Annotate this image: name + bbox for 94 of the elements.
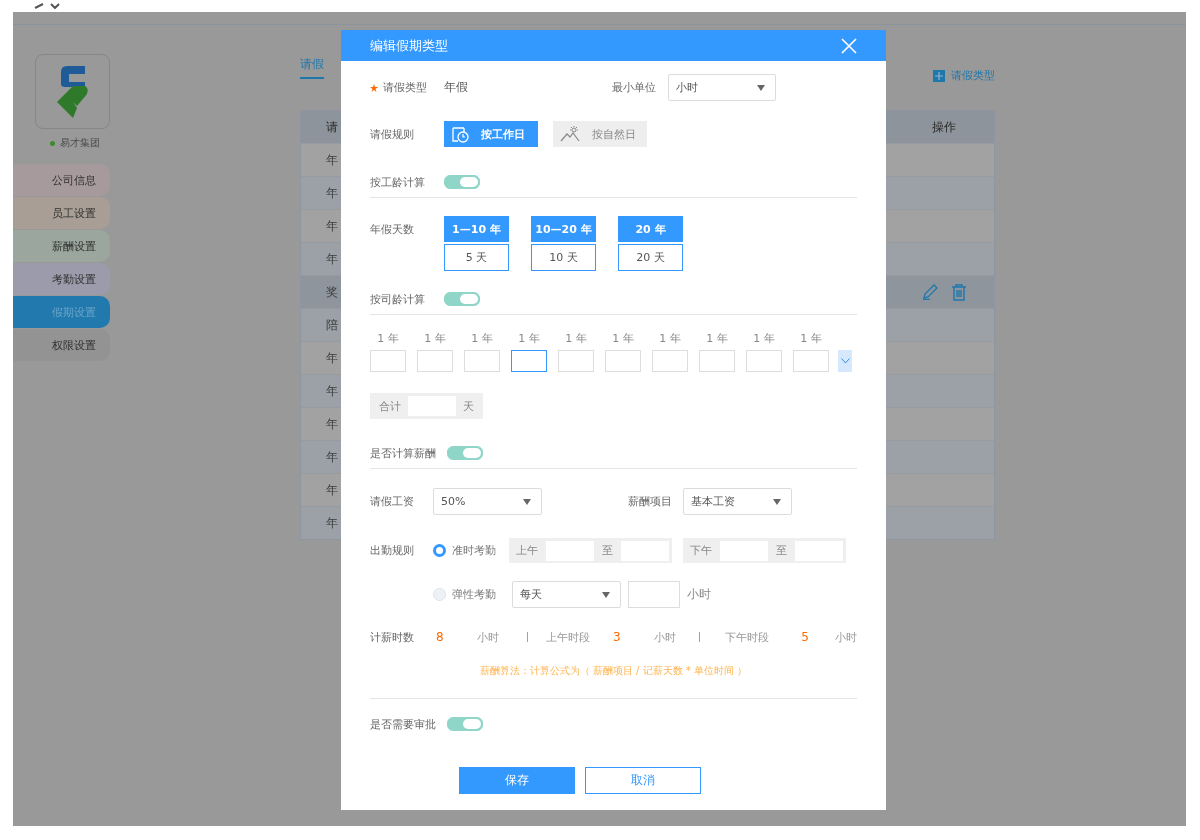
year-label: 1 年 [800,331,822,346]
year-label: 1 年 [471,331,493,346]
sidebar-item[interactable]: 薪酬设置 [13,230,110,262]
column-header: 请 [326,119,338,134]
field-label: 按司龄计算 [370,291,426,307]
input-field[interactable] [511,350,547,372]
table-cell: 年 [326,515,338,530]
rule-option[interactable]: 按工作日 [444,121,538,147]
formula-note: 薪酬算法：计算公式为（ 薪酬项目 / 记薪天数 * 单位时间 ） [479,664,748,678]
field-label: 上午 [516,543,539,558]
select-field[interactable]: 每天 [512,581,621,608]
field-label: 下午时段 [724,629,770,645]
close-icon[interactable] [841,37,857,54]
field-label: 上午时段 [546,629,592,645]
select-field[interactable]: 小时 [668,74,776,101]
chevron-down-icon [840,358,850,364]
table-cell: 年 [326,350,338,365]
field-label: 薪酬项目 [628,494,673,509]
hours-value: 3 [613,630,622,644]
table-cell: 年 [326,218,338,233]
hours-value: 8 [436,630,445,644]
tier-range: 10—20 年 [531,216,596,242]
field-label: 是否计算薪酬 [370,445,437,461]
tier-days-field[interactable]: 5 天 [444,244,509,271]
table-cell: 年 [326,449,338,464]
edit-icon[interactable] [921,283,938,300]
toggle-switch[interactable] [444,175,480,189]
expand-button[interactable] [838,350,852,372]
select-field[interactable]: 50% [433,488,542,515]
sidebar-item[interactable]: 员工设置 [13,197,110,229]
delete-icon[interactable] [950,283,967,301]
field-label: 请假规则 [370,126,415,142]
table-cell: 陪 [326,317,338,332]
tier-range: 20 年 [618,216,683,242]
sun-mountain-icon [560,126,580,142]
status-dot [50,140,55,146]
field-label: 年假天数 [370,222,415,237]
table-cell: 奖 [326,284,338,299]
radio-button[interactable] [433,544,446,557]
table-cell: 年 [326,482,338,497]
select-field[interactable]: 基本工资 [683,488,792,515]
field-label: 至 [776,543,788,558]
year-label: 1 年 [377,331,399,346]
caret-icon [757,84,765,91]
calendar-clock-icon [451,125,469,143]
plus-icon [933,69,945,82]
table-cell: 年 [326,152,338,167]
tier-days-field[interactable]: 10 天 [531,244,596,271]
tier-range: 1—10 年 [444,216,509,242]
caret-icon [602,591,610,598]
field-label: 请假类型 [383,80,428,95]
radio-option[interactable]: 弹性考勤 [433,587,512,602]
table-cell: 年 [326,185,338,200]
toggle-switch[interactable] [447,446,483,460]
sidebar-item[interactable]: 权限设置 [13,329,110,361]
field-label: 至 [602,543,614,558]
unit-label: 天 [463,398,474,414]
hours-value: 5 [801,630,810,644]
radio-option[interactable]: 准时考勤 [433,543,510,558]
field-value: 年假 [444,79,469,96]
field-label: 合计 [379,398,401,414]
unit-label: 小时 [835,629,857,645]
field-label: 是否需要审批 [370,716,437,732]
column-header: 操作 [931,118,957,136]
cancel-button[interactable]: 取消 [585,767,701,794]
field-label: 请假工资 [370,494,415,509]
year-label: 1 年 [612,331,634,346]
toggle-switch[interactable] [444,292,480,306]
table-cell: 年 [326,251,338,266]
year-label: 1 年 [565,331,587,346]
year-label: 1 年 [518,331,540,346]
field-label: 出勤规则 [370,543,415,558]
save-button[interactable]: 保存 [459,767,575,794]
unit-label: 小时 [476,629,500,645]
field-label: 计薪时数 [370,629,415,645]
year-label: 1 年 [706,331,728,346]
sidebar-item[interactable]: 公司信息 [13,164,110,196]
sidebar-item[interactable]: 考勤设置 [13,263,110,295]
table-cell: 年 [326,416,338,431]
unit-label: 小时 [687,586,711,603]
field-label: 最小单位 [612,80,657,95]
dialog-title: 编辑假期类型 [370,36,448,55]
company-name: 易才集团 [60,136,100,150]
rule-option[interactable]: 按自然日 [553,121,647,147]
partial-logo-icon [33,3,61,9]
table-cell: 年 [326,383,338,398]
field-label: 按工龄计算 [370,174,426,190]
year-label: 1 年 [659,331,681,346]
year-label: 1 年 [424,331,446,346]
year-label: 1 年 [753,331,775,346]
tier-days-field[interactable]: 20 天 [618,244,683,271]
unit-label: 小时 [653,629,677,645]
toggle-switch[interactable] [447,717,483,731]
field-label: 下午 [690,543,713,558]
